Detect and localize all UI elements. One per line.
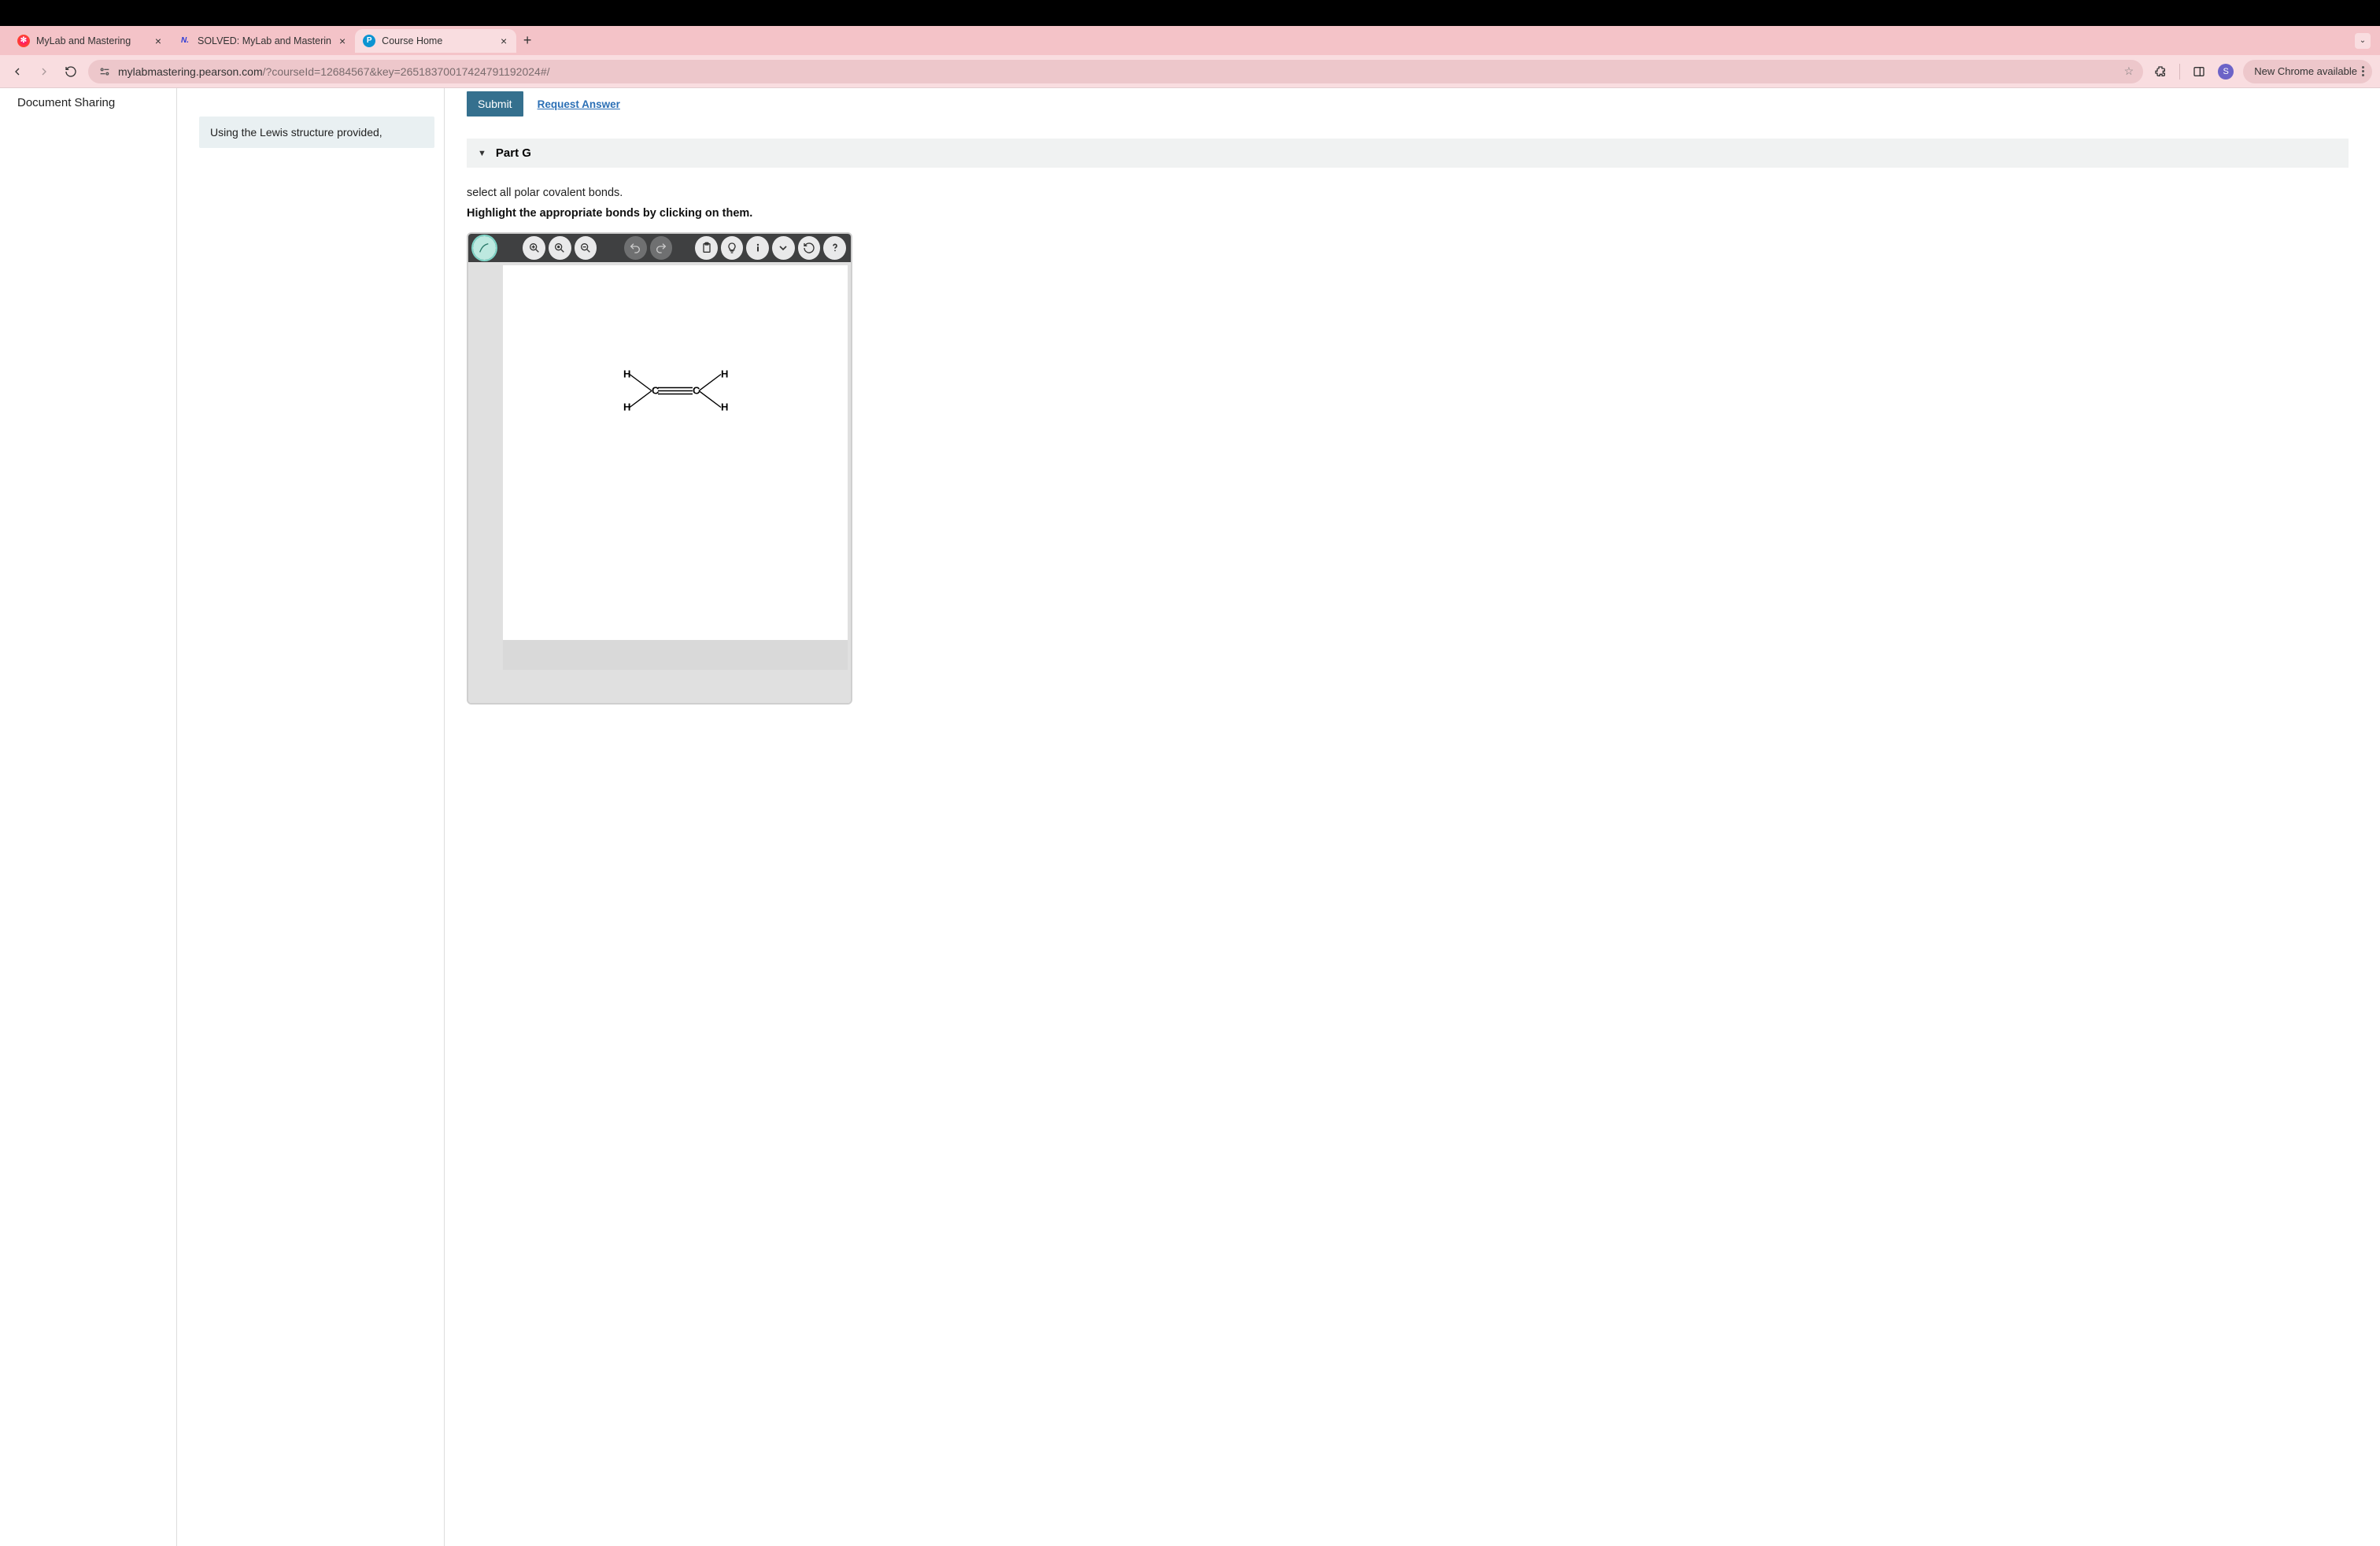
tab-title: Course Home [382, 35, 493, 46]
instruction-box: Using the Lewis structure provided, [199, 117, 434, 148]
pearson-icon: P [363, 35, 375, 47]
hint-icon[interactable] [721, 236, 744, 260]
extensions-icon[interactable] [2151, 62, 2170, 81]
part-header[interactable]: ▼ Part G [467, 139, 2349, 168]
atom-h-tr[interactable]: H [721, 368, 728, 379]
tab-title: SOLVED: MyLab and Masterin [198, 35, 331, 46]
tab-course-home[interactable]: P Course Home × [355, 29, 516, 53]
part-label: Part G [496, 146, 531, 160]
close-icon[interactable]: × [499, 35, 508, 47]
pearson-spark-icon: ✻ [17, 35, 30, 47]
request-answer-link[interactable]: Request Answer [538, 98, 620, 110]
zoom-in-icon[interactable] [523, 236, 545, 260]
molecule-canvas[interactable]: H H C C H H [503, 265, 848, 640]
paste-icon[interactable] [695, 236, 718, 260]
tab-title: MyLab and Mastering [36, 35, 147, 46]
url-text: mylabmastering.pearson.com/?courseId=126… [118, 65, 2118, 78]
reset-icon[interactable] [798, 236, 821, 260]
editor-side-panel [468, 262, 500, 703]
kebab-menu-icon [2362, 66, 2364, 76]
redo-icon[interactable] [650, 236, 673, 260]
back-button[interactable] [8, 62, 27, 81]
bookmark-star-icon[interactable]: ☆ [2124, 65, 2134, 78]
atom-c-r[interactable]: C [693, 384, 700, 396]
undo-icon[interactable] [624, 236, 647, 260]
atom-h-tl[interactable]: H [623, 368, 630, 379]
side-panel-icon[interactable] [2190, 62, 2208, 81]
molecule-editor: H H C C H H [467, 232, 852, 705]
expand-icon[interactable] [772, 236, 795, 260]
editor-toolbar [468, 234, 851, 262]
forward-button[interactable] [35, 62, 54, 81]
sidebar-item-document-sharing[interactable]: Document Sharing [17, 96, 176, 109]
atom-c-l[interactable]: C [652, 384, 660, 396]
bond-h-bl-c[interactable] [630, 390, 652, 407]
close-icon[interactable]: × [338, 35, 347, 47]
reload-button[interactable] [61, 62, 80, 81]
zoom-out-icon[interactable] [575, 236, 597, 260]
tab-search-icon[interactable]: ⌄ [2355, 33, 2371, 49]
chrome-update-label: New Chrome available [2254, 65, 2357, 77]
tab-solved[interactable]: N. SOLVED: MyLab and Masterin × [171, 29, 355, 53]
highlight-tool-icon[interactable] [473, 236, 496, 260]
collapse-triangle-icon[interactable]: ▼ [478, 149, 486, 158]
atom-h-br[interactable]: H [721, 401, 728, 412]
info-icon[interactable] [746, 236, 769, 260]
numerade-icon: N. [179, 35, 191, 47]
new-tab-button[interactable]: + [516, 30, 538, 52]
tab-mylab[interactable]: ✻ MyLab and Mastering × [9, 29, 171, 53]
chrome-update-button[interactable]: New Chrome available [2243, 60, 2372, 83]
editor-status-strip [503, 640, 848, 670]
bond-h-tl-c[interactable] [630, 374, 652, 390]
help-icon[interactable] [823, 236, 846, 260]
bond-c-h-tr[interactable] [699, 374, 721, 390]
address-bar[interactable]: mylabmastering.pearson.com/?courseId=126… [88, 60, 2143, 83]
submit-button[interactable]: Submit [467, 91, 523, 117]
prompt-highlight: Highlight the appropriate bonds by click… [467, 207, 2349, 220]
zoom-fit-icon[interactable] [549, 236, 571, 260]
atom-h-bl[interactable]: H [623, 401, 630, 412]
site-settings-icon[interactable] [98, 65, 112, 79]
tab-strip: ✻ MyLab and Mastering × N. SOLVED: MyLab… [0, 26, 2380, 55]
prompt-select-bonds: select all polar covalent bonds. [467, 187, 2349, 199]
close-icon[interactable]: × [153, 35, 163, 47]
address-bar-row: mylabmastering.pearson.com/?courseId=126… [0, 55, 2380, 88]
profile-avatar[interactable]: S [2218, 64, 2234, 80]
bond-c-h-br[interactable] [699, 390, 721, 407]
